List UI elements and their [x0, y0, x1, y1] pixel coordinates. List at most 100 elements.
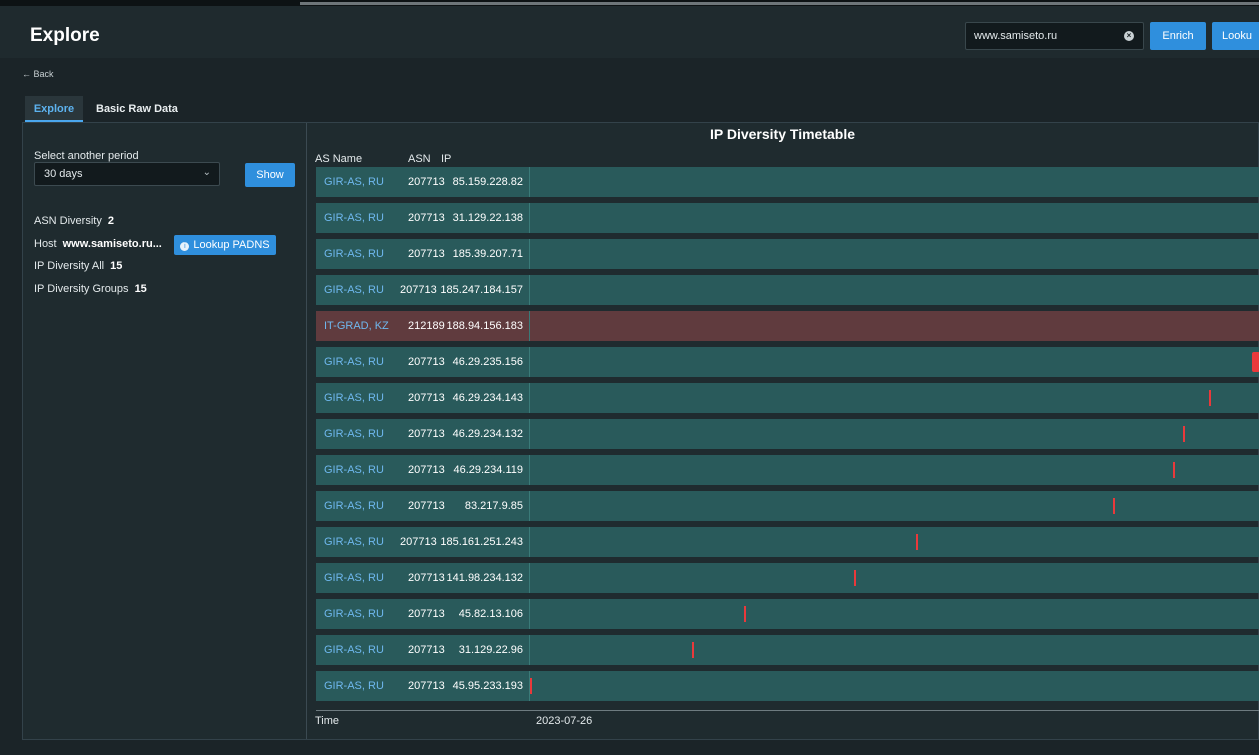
row-separator: [529, 563, 530, 593]
ip-diversity-groups-value: 15: [134, 283, 147, 295]
row-separator: [529, 383, 530, 413]
period-label: Select another period: [34, 150, 139, 162]
ip-cell: 46.29.234.132: [452, 428, 523, 440]
activity-mark[interactable]: [692, 642, 695, 658]
table-row[interactable]: GIR-AS, RU 207713 83.217.9.85: [316, 491, 1259, 521]
asn-cell: 207713: [408, 356, 445, 368]
row-separator: [529, 491, 530, 521]
asn-cell: 207713: [408, 644, 445, 656]
ip-cell: 31.129.22.96: [458, 644, 523, 656]
ip-cell: 185.161.251.243: [440, 536, 523, 548]
as-name-link[interactable]: GIR-AS, RU: [324, 608, 384, 620]
info-icon: i: [180, 242, 190, 251]
ip-cell: 85.159.228.82: [452, 176, 523, 188]
ip-cell: 141.98.234.132: [446, 572, 523, 584]
ip-diversity-all-label: IP Diversity All: [34, 260, 105, 272]
ip-diversity-groups: IP Diversity Groups 15: [34, 283, 147, 295]
as-name-link[interactable]: GIR-AS, RU: [324, 392, 384, 404]
activity-mark[interactable]: [915, 534, 918, 550]
period-select[interactable]: 30 days ⌄: [34, 162, 220, 186]
table-row[interactable]: GIR-AS, RU 207713 45.95.233.193: [316, 671, 1259, 701]
as-name-link[interactable]: IT-GRAD, KZ: [324, 320, 389, 332]
table-row[interactable]: GIR-AS, RU 207713 185.39.207.71: [316, 239, 1259, 269]
host-label: Host: [34, 238, 57, 250]
enrich-button[interactable]: Enrich: [1150, 22, 1206, 50]
activity-mark[interactable]: [530, 678, 532, 694]
top-scroll-bar: [300, 2, 1259, 5]
column-header-ip: IP: [441, 153, 452, 165]
table-row[interactable]: GIR-AS, RU 207713 46.29.234.132: [316, 419, 1259, 449]
tab-basic-raw-data[interactable]: Basic Raw Data: [96, 96, 186, 122]
clear-icon[interactable]: ×: [1124, 31, 1134, 41]
asn-cell: 207713: [408, 608, 445, 620]
row-separator: [529, 167, 530, 197]
show-button[interactable]: Show: [245, 163, 295, 187]
ip-cell: 185.39.207.71: [452, 248, 523, 260]
as-name-link[interactable]: GIR-AS, RU: [324, 572, 384, 584]
lookup-button[interactable]: Looku: [1212, 22, 1259, 50]
table-row[interactable]: GIR-AS, RU 207713 45.82.13.106: [316, 599, 1259, 629]
table-row[interactable]: GIR-AS, RU 207713 141.98.234.132: [316, 563, 1259, 593]
row-separator: [529, 455, 530, 485]
as-name-link[interactable]: GIR-AS, RU: [324, 680, 384, 692]
ip-cell: 45.95.233.193: [452, 680, 523, 692]
row-separator: [529, 239, 530, 269]
table-row[interactable]: GIR-AS, RU 207713 185.247.184.157: [316, 275, 1259, 305]
time-axis-label: Time: [315, 715, 340, 727]
as-name-link[interactable]: GIR-AS, RU: [324, 500, 384, 512]
column-header-as-name: AS Name: [315, 153, 363, 165]
table-row[interactable]: IT-GRAD, KZ 212189 188.94.156.183: [316, 311, 1259, 341]
asn-cell: 207713: [408, 428, 445, 440]
as-name-link[interactable]: GIR-AS, RU: [324, 248, 384, 260]
asn-cell: 207713: [408, 572, 445, 584]
back-link[interactable]: ← Back: [22, 69, 54, 79]
asn-diversity: ASN Diversity 2: [34, 215, 114, 227]
table-row[interactable]: GIR-AS, RU 207713 185.161.251.243: [316, 527, 1259, 557]
search-input[interactable]: [974, 28, 1114, 44]
activity-mark[interactable]: [743, 606, 746, 622]
asn-diversity-label: ASN Diversity: [34, 215, 102, 227]
asn-cell: 207713: [408, 680, 445, 692]
activity-mark[interactable]: [1183, 426, 1186, 442]
table-row[interactable]: GIR-AS, RU 207713 31.129.22.96: [316, 635, 1259, 665]
lookup-padns-button[interactable]: i Lookup PADNS: [174, 235, 276, 255]
asn-cell: 207713: [408, 464, 445, 476]
table-row[interactable]: GIR-AS, RU 207713 85.159.228.82: [316, 167, 1259, 197]
table-row[interactable]: GIR-AS, RU 207713 46.29.234.119: [316, 455, 1259, 485]
ip-diversity-all-value: 15: [110, 260, 123, 272]
time-axis-tick: 2023-07-26: [536, 715, 593, 727]
tab-explore[interactable]: Explore: [25, 96, 83, 122]
row-separator: [529, 347, 530, 377]
asn-cell: 207713: [400, 284, 437, 296]
as-name-link[interactable]: GIR-AS, RU: [324, 464, 384, 476]
ip-cell: 46.29.234.143: [452, 392, 523, 404]
as-name-link[interactable]: GIR-AS, RU: [324, 356, 384, 368]
explore-panel: Select another period 30 days ⌄ Show ASN…: [22, 122, 1259, 740]
as-name-link[interactable]: GIR-AS, RU: [324, 428, 384, 440]
activity-mark[interactable]: [1208, 390, 1211, 406]
column-header-asn: ASN: [408, 153, 431, 165]
activity-mark[interactable]: [1172, 462, 1175, 478]
ip-cell: 188.94.156.183: [446, 320, 523, 332]
as-name-link[interactable]: GIR-AS, RU: [324, 176, 384, 188]
table-row[interactable]: GIR-AS, RU 207713 46.29.235.156: [316, 347, 1259, 377]
ip-cell: 83.217.9.85: [464, 500, 523, 512]
activity-mark[interactable]: [854, 570, 857, 586]
table-row[interactable]: GIR-AS, RU 207713 46.29.234.143: [316, 383, 1259, 413]
lookup-padns-label: Lookup PADNS: [193, 239, 270, 251]
activity-mark[interactable]: [1252, 352, 1259, 372]
period-select-value: 30 days: [44, 168, 83, 180]
timetable-rows: GIR-AS, RU 207713 85.159.228.82 GIR-AS, RU 2…: [316, 167, 1259, 710]
table-row[interactable]: GIR-AS, RU 207713 31.129.22.138: [316, 203, 1259, 233]
ip-cell: 31.129.22.138: [452, 212, 523, 224]
row-separator: [529, 599, 530, 629]
as-name-link[interactable]: GIR-AS, RU: [324, 284, 384, 296]
page-footer: [0, 740, 1259, 755]
activity-mark[interactable]: [1112, 498, 1115, 514]
as-name-link[interactable]: GIR-AS, RU: [324, 644, 384, 656]
row-separator: [529, 275, 530, 305]
as-name-link[interactable]: GIR-AS, RU: [324, 212, 384, 224]
search-box[interactable]: ×: [965, 22, 1144, 50]
as-name-link[interactable]: GIR-AS, RU: [324, 536, 384, 548]
row-separator: [529, 635, 530, 665]
